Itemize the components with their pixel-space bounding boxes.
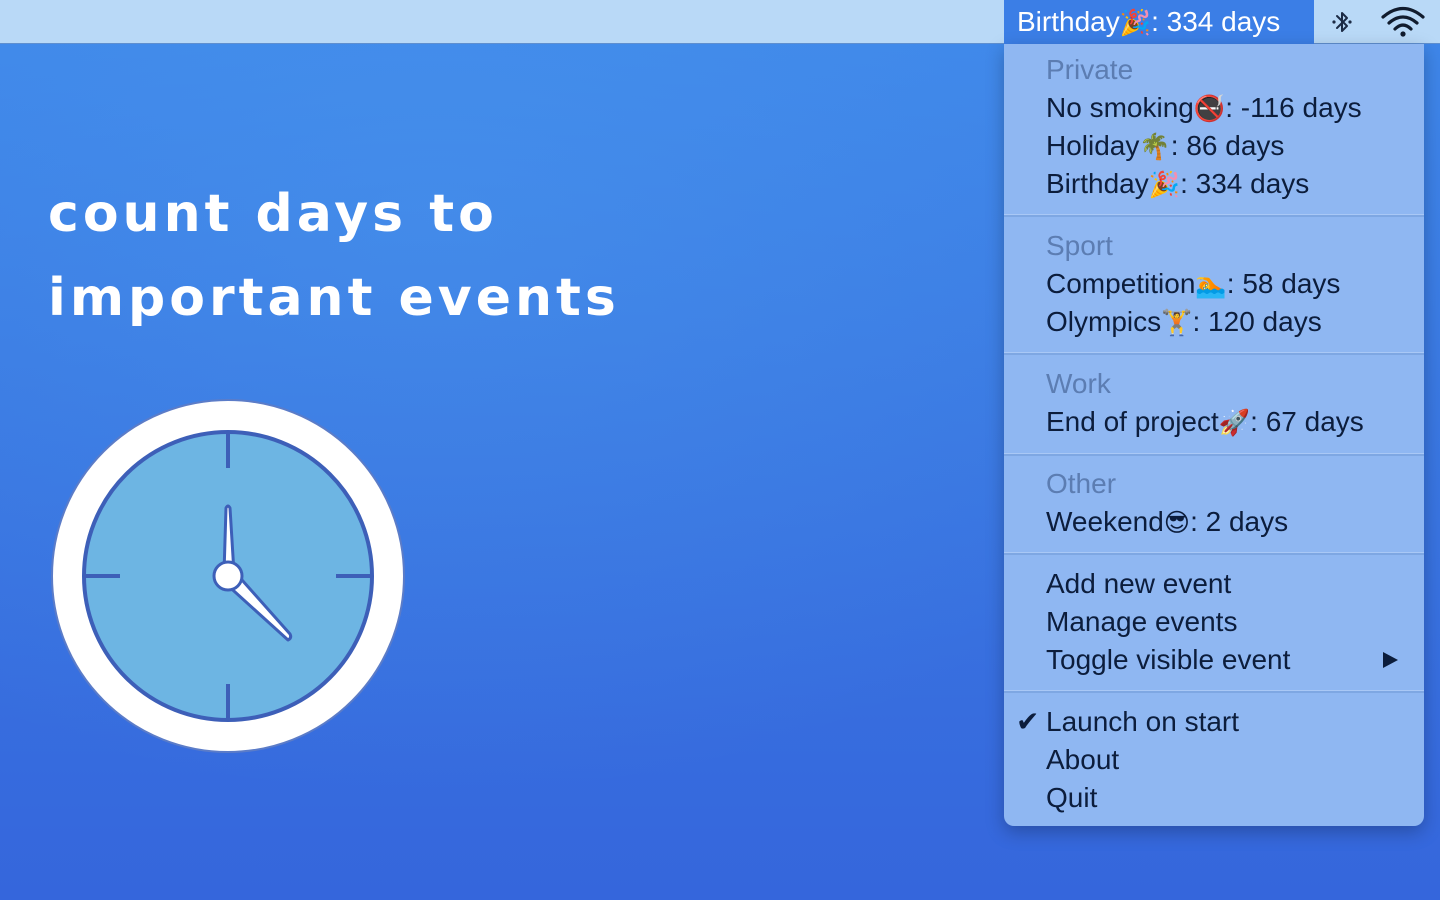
menu-item-event[interactable]: Olympics🏋: 120 days bbox=[1046, 303, 1322, 342]
event-days: : 67 days bbox=[1250, 406, 1364, 437]
no-smoking-icon: 🚭 bbox=[1193, 94, 1226, 123]
swimmer-icon: 🏊 bbox=[1195, 270, 1227, 299]
event-days: : -116 days bbox=[1225, 92, 1362, 123]
manage-events-item[interactable]: Manage events bbox=[1046, 603, 1237, 641]
event-days: : 86 days bbox=[1170, 130, 1285, 161]
menu-separator bbox=[1004, 552, 1424, 555]
party-popper-icon: 🎉 bbox=[1148, 170, 1181, 199]
submenu-arrow-icon bbox=[1383, 652, 1398, 668]
menu-header-other: Other bbox=[1046, 468, 1117, 499]
event-name: Weekend bbox=[1046, 506, 1164, 537]
hero-title-line-2: important events bbox=[48, 268, 620, 328]
menu-header-sport: Sport bbox=[1046, 230, 1113, 261]
status-item-value: : 334 days bbox=[1151, 6, 1281, 37]
countdown-dropdown-menu: Private No smoking🚭: -116 days Holiday🌴:… bbox=[1004, 44, 1424, 826]
event-name: Birthday bbox=[1046, 168, 1149, 199]
wifi-icon[interactable] bbox=[1380, 6, 1426, 38]
palm-tree-icon: 🌴 bbox=[1139, 132, 1171, 161]
launch-on-start-item[interactable]: Launch on start bbox=[1046, 703, 1239, 741]
event-days: : 2 days bbox=[1190, 506, 1289, 537]
menu-item-event[interactable]: Holiday🌴: 86 days bbox=[1046, 127, 1284, 166]
menu-separator bbox=[1004, 352, 1424, 355]
event-days: : 120 days bbox=[1192, 306, 1322, 337]
menu-header-private: Private bbox=[1046, 54, 1134, 85]
event-name: Holiday bbox=[1046, 130, 1140, 161]
status-item-countdown[interactable]: Birthday🎉: 334 days bbox=[1004, 0, 1314, 44]
menu-item-event[interactable]: End of project🚀: 67 days bbox=[1046, 403, 1364, 442]
event-name: No smoking bbox=[1046, 92, 1194, 123]
event-name: Competition bbox=[1046, 268, 1196, 299]
menu-separator bbox=[1004, 214, 1424, 217]
sunglasses-face-icon: 😎 bbox=[1163, 508, 1191, 537]
toggle-visible-event-item[interactable]: Toggle visible event bbox=[1046, 641, 1290, 679]
about-item[interactable]: About bbox=[1046, 741, 1119, 779]
clock-icon bbox=[51, 399, 405, 753]
party-popper-icon: 🎉 bbox=[1119, 8, 1152, 37]
menu-item-event[interactable]: Birthday🎉: 334 days bbox=[1046, 165, 1309, 204]
menu-item-event[interactable]: Weekend😎: 2 days bbox=[1046, 503, 1288, 542]
weightlifter-icon: 🏋 bbox=[1161, 308, 1193, 337]
rocket-icon: 🚀 bbox=[1218, 408, 1251, 437]
menu-bar: Birthday🎉: 334 days bbox=[0, 0, 1440, 44]
menu-item-event[interactable]: No smoking🚭: -116 days bbox=[1046, 89, 1362, 128]
menu-item-event[interactable]: Competition🏊: 58 days bbox=[1046, 265, 1340, 304]
bluetooth-icon[interactable] bbox=[1328, 8, 1356, 36]
checkmark-icon: ✔ bbox=[1016, 705, 1040, 738]
add-new-event-item[interactable]: Add new event bbox=[1046, 565, 1231, 603]
menu-header-work: Work bbox=[1046, 368, 1111, 399]
quit-item[interactable]: Quit bbox=[1046, 779, 1097, 817]
menu-separator bbox=[1004, 453, 1424, 456]
event-name: End of project bbox=[1046, 406, 1219, 437]
status-item-label: Birthday bbox=[1017, 6, 1120, 37]
hero-title-line-1: count days to bbox=[48, 184, 498, 244]
menu-separator bbox=[1004, 690, 1424, 693]
event-days: : 58 days bbox=[1226, 268, 1341, 299]
event-name: Olympics bbox=[1046, 306, 1162, 337]
event-days: : 334 days bbox=[1180, 168, 1310, 199]
